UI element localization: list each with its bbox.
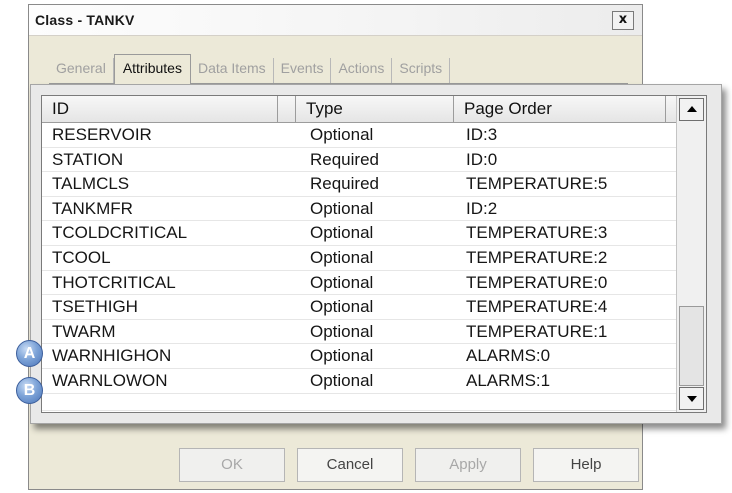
cell-id: STATION: [52, 149, 124, 169]
arrow-up-icon: [687, 106, 697, 112]
table-row[interactable]: TCOOL Optional TEMPERATURE:2: [42, 246, 678, 271]
cell-type: Optional: [310, 125, 374, 144]
table-row[interactable]: STATION Required ID:0: [42, 148, 678, 173]
tab-strip: General Attributes Data Items Events Act…: [49, 54, 451, 84]
callout-marker-a: A: [16, 340, 43, 367]
cell-page-order: ALARMS:0: [466, 346, 551, 366]
cell-id: TSETHIGH: [52, 297, 138, 317]
cell-id: RESERVOIR: [52, 125, 152, 144]
cell-spacer: [278, 295, 296, 319]
table-row[interactable]: TALMCLS Required TEMPERATURE:5: [42, 172, 678, 197]
cell-type: Optional: [310, 223, 374, 243]
vertical-scrollbar[interactable]: [676, 96, 706, 412]
cell-type: Required: [310, 149, 379, 169]
cell-page-order: TEMPERATURE:5: [466, 174, 608, 194]
cell-page-order: ALARMS:1: [466, 370, 551, 390]
tab-events[interactable]: Events: [274, 58, 332, 83]
cell-type: Optional: [310, 321, 374, 341]
close-icon: x: [618, 12, 628, 27]
table-row[interactable]: TCOLDCRITICAL Optional TEMPERATURE:3: [42, 221, 678, 246]
tab-attributes[interactable]: Attributes: [113, 54, 191, 84]
cell-type: Required: [310, 174, 379, 194]
cancel-button[interactable]: Cancel: [297, 448, 403, 482]
title-bar: Class - TANKV x: [29, 5, 642, 36]
cell-page-order: ID:2: [466, 198, 498, 218]
cell-type: Optional: [310, 370, 374, 390]
cell-spacer: [278, 369, 296, 393]
arrow-down-icon: [687, 396, 697, 402]
cell-spacer: [278, 320, 296, 344]
cell-page-order: TEMPERATURE:1: [466, 321, 608, 341]
ok-button[interactable]: OK: [179, 448, 285, 482]
cell-spacer: [278, 246, 296, 270]
table-row[interactable]: RESERVOIR Optional ID:3: [42, 123, 678, 148]
table-row[interactable]: WARNLOWON Optional ALARMS:1: [42, 369, 678, 394]
cell-spacer: [278, 172, 296, 196]
attributes-list-callout: ID Type Page Order RESERVOIR Optional ID…: [30, 84, 722, 424]
close-button[interactable]: x: [612, 11, 634, 30]
column-header-spacer[interactable]: [278, 96, 296, 122]
cell-id: TALMCLS: [52, 174, 130, 194]
list-rows: RESERVOIR Optional ID:3 STATION Required…: [42, 123, 678, 411]
cell-id: TWARM: [52, 321, 116, 341]
scroll-down-button[interactable]: [679, 387, 704, 410]
tab-scripts[interactable]: Scripts: [392, 58, 451, 83]
cell-type: Optional: [310, 247, 374, 267]
dialog-button-row: OK Cancel Apply Help: [179, 448, 639, 482]
help-button[interactable]: Help: [533, 448, 639, 482]
cell-page-order: ID:3: [466, 125, 498, 144]
attributes-list[interactable]: ID Type Page Order RESERVOIR Optional ID…: [41, 95, 707, 413]
window-title: Class - TANKV: [35, 12, 135, 28]
cell-id: TANKMFR: [52, 198, 133, 218]
cell-type: Optional: [310, 297, 374, 317]
list-header: ID Type Page Order: [42, 96, 678, 123]
column-header-id[interactable]: ID: [42, 96, 278, 122]
cell-id: WARNHIGHON: [52, 346, 172, 366]
tab-actions[interactable]: Actions: [331, 58, 393, 83]
apply-button[interactable]: Apply: [415, 448, 521, 482]
table-row[interactable]: WARNHIGHON Optional ALARMS:0: [42, 344, 678, 369]
tab-data-items[interactable]: Data Items: [191, 58, 274, 83]
cell-spacer: [278, 123, 296, 147]
table-row[interactable]: THOTCRITICAL Optional TEMPERATURE:0: [42, 271, 678, 296]
cell-spacer: [278, 271, 296, 295]
table-row[interactable]: TANKMFR Optional ID:2: [42, 197, 678, 222]
cell-page-order: TEMPERATURE:2: [466, 247, 608, 267]
callout-marker-b: B: [16, 377, 43, 404]
tab-general[interactable]: General: [49, 58, 114, 83]
cell-page-order: TEMPERATURE:4: [466, 297, 608, 317]
cell-id: TCOOL: [52, 247, 111, 267]
cell-page-order: TEMPERATURE:3: [466, 223, 608, 243]
cell-id: WARNLOWON: [52, 370, 168, 390]
cell-type: Optional: [310, 346, 374, 366]
cell-spacer: [278, 221, 296, 245]
cell-spacer: [278, 344, 296, 368]
cell-type: Optional: [310, 272, 374, 292]
cell-page-order: TEMPERATURE:0: [466, 272, 608, 292]
cell-spacer: [278, 148, 296, 172]
cell-id: TCOLDCRITICAL: [52, 223, 188, 243]
table-row[interactable]: TWARM Optional TEMPERATURE:1: [42, 320, 678, 345]
scrollbar-thumb[interactable]: [679, 306, 704, 386]
cell-id: THOTCRITICAL: [52, 272, 176, 292]
cell-page-order: ID:0: [466, 149, 498, 169]
column-header-type[interactable]: Type: [296, 96, 454, 122]
screenshot-stage: Class - TANKV x General Attributes Data …: [0, 0, 732, 493]
table-row[interactable]: TSETHIGH Optional TEMPERATURE:4: [42, 295, 678, 320]
empty-row: [42, 394, 678, 411]
scroll-up-button[interactable]: [679, 98, 704, 121]
cell-type: Optional: [310, 198, 374, 218]
column-header-page-order[interactable]: Page Order: [454, 96, 666, 122]
cell-spacer: [278, 197, 296, 221]
